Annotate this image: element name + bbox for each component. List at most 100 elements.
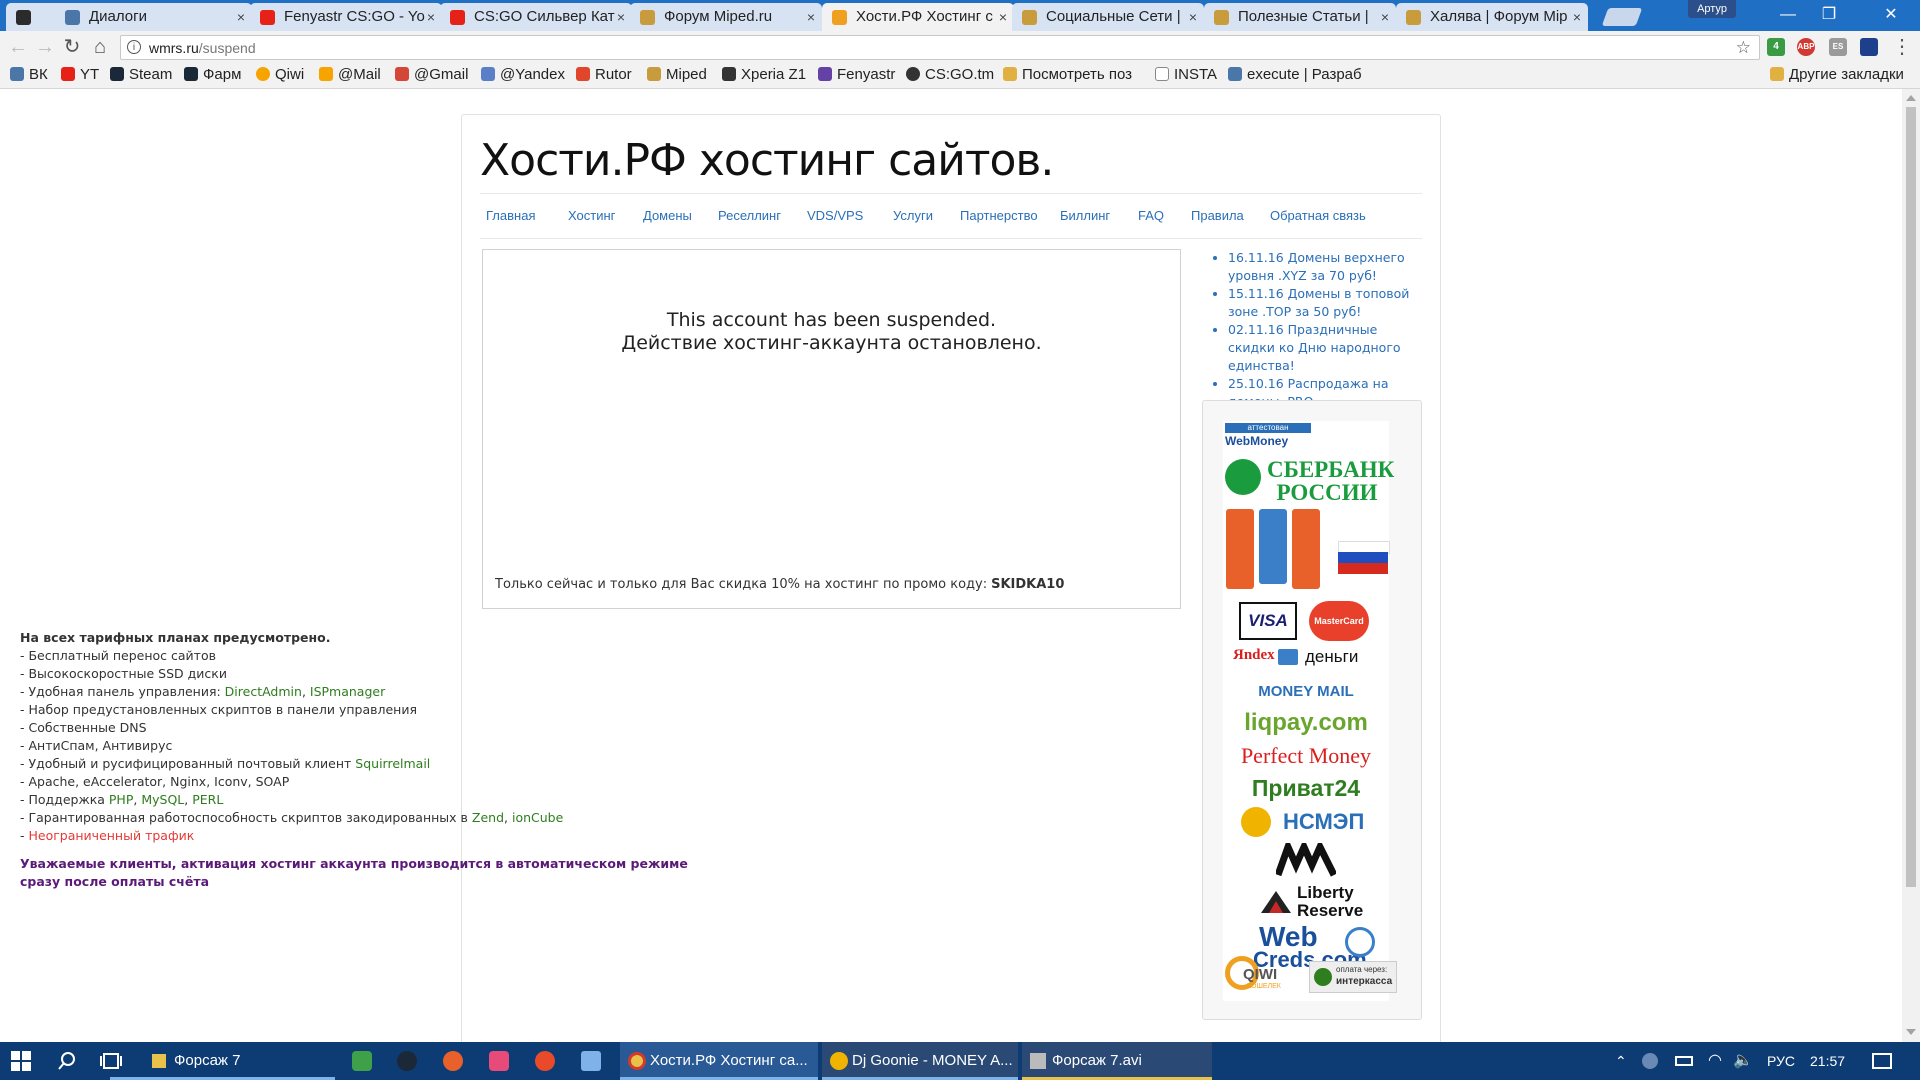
qiwi-logo[interactable]: QIWI xyxy=(1243,966,1277,983)
tab-social[interactable]: Социальные Сети | × xyxy=(1012,3,1204,31)
webmoney-logo[interactable]: WebMoney xyxy=(1225,434,1288,448)
wifi-icon[interactable]: ◠ xyxy=(1708,1042,1722,1080)
battery-icon[interactable] xyxy=(1675,1056,1693,1066)
extension-shield-icon[interactable]: 4 xyxy=(1767,38,1785,56)
back-button[interactable]: ← xyxy=(6,35,30,59)
tab-miped-forum[interactable]: Форум Miped.ru × xyxy=(630,3,822,31)
squirrelmail-link[interactable]: Squirrelmail xyxy=(355,756,430,771)
new-tab-button[interactable] xyxy=(1601,8,1643,26)
bookmark-execute[interactable]: execute | Разраб xyxy=(1228,63,1362,88)
bookmark-fenyastr[interactable]: Fenyastr xyxy=(818,63,895,88)
sberbank-line2[interactable]: РОССИИ xyxy=(1267,481,1387,504)
mastercard-logo[interactable]: MasterCard xyxy=(1309,601,1369,641)
reload-button[interactable]: ↻ xyxy=(60,35,84,59)
search-icon[interactable] xyxy=(57,1051,77,1071)
liberty-line1[interactable]: Liberty xyxy=(1297,883,1354,903)
yandex-logo[interactable]: Яndex xyxy=(1233,647,1275,664)
visa-logo[interactable]: VISA xyxy=(1239,602,1297,640)
notes-icon[interactable] xyxy=(581,1051,601,1071)
bookmark-gmail[interactable]: @Gmail xyxy=(395,63,468,88)
close-icon[interactable]: × xyxy=(427,3,435,31)
zend-link[interactable]: Zend xyxy=(472,810,504,825)
close-icon[interactable]: × xyxy=(1573,3,1581,31)
utorrent-icon[interactable] xyxy=(352,1051,372,1071)
bookmark-miped[interactable]: Miped xyxy=(647,63,707,88)
profile-badge[interactable]: Артур xyxy=(1688,0,1736,18)
extension-es-icon[interactable]: ES xyxy=(1829,38,1847,56)
bookmark-farm[interactable]: Фарм xyxy=(184,63,241,88)
bookmark-mail[interactable]: @Mail xyxy=(319,63,381,88)
close-icon[interactable]: × xyxy=(1189,3,1197,31)
liqpay-logo[interactable]: liqpay.com xyxy=(1223,709,1389,737)
privat24-logo[interactable]: Приват24 xyxy=(1223,775,1389,802)
close-icon[interactable]: × xyxy=(237,3,245,31)
liberty-line2[interactable]: Reserve xyxy=(1297,901,1363,921)
ispmanager-link[interactable]: ISPmanager xyxy=(310,684,385,699)
nav-feedback[interactable]: Обратная связь xyxy=(1270,194,1366,238)
directadmin-link[interactable]: DirectAdmin xyxy=(225,684,302,699)
minimize-button[interactable]: — xyxy=(1765,0,1811,31)
bookmark-other[interactable]: Другие закладки xyxy=(1770,63,1904,88)
close-icon[interactable]: × xyxy=(999,3,1007,31)
nsmep-logo[interactable]: НСМЭП xyxy=(1283,809,1364,835)
scroll-up-icon[interactable] xyxy=(1906,95,1916,101)
nav-vds[interactable]: VDS/VPS xyxy=(807,194,863,238)
wm-logo-icon[interactable] xyxy=(1274,837,1338,877)
close-icon[interactable]: × xyxy=(1381,3,1389,31)
page-scrollbar[interactable] xyxy=(1902,89,1920,1042)
bookmark-insta[interactable]: INSTA xyxy=(1155,63,1217,88)
tab-hosti-active[interactable]: Хости.РФ Хостинг с × xyxy=(822,3,1014,31)
menu-button[interactable]: ⋮ xyxy=(1890,35,1914,59)
bookmark-steam[interactable]: Steam xyxy=(110,63,172,88)
perfect-money-logo[interactable]: Perfect Money xyxy=(1223,743,1389,769)
tab-dialogs[interactable]: Диалоги × xyxy=(55,3,252,31)
taskbar-app-aimp[interactable]: Dj Goonie - MONEY A... xyxy=(822,1042,1018,1080)
yandex-money-label[interactable]: деньги xyxy=(1305,647,1358,667)
mysql-link[interactable]: MySQL xyxy=(141,792,184,807)
bookmark-yt[interactable]: YT xyxy=(61,63,99,88)
tab-csgo-silver[interactable]: CS:GO Сильвер Кат × xyxy=(440,3,632,31)
notifications-icon[interactable] xyxy=(1872,1053,1892,1069)
bookmark-star-icon[interactable]: ☆ xyxy=(1736,36,1751,60)
nav-billing[interactable]: Биллинг xyxy=(1060,194,1110,238)
scroll-down-icon[interactable] xyxy=(1906,1029,1916,1035)
forward-button[interactable]: → xyxy=(33,35,57,59)
scrollbar-thumb[interactable] xyxy=(1906,107,1916,887)
tray-chevron-icon[interactable]: ⌃ xyxy=(1615,1042,1627,1080)
news-item[interactable]: 16.11.16 Домены верхнего уровня .XYZ за … xyxy=(1228,250,1405,283)
volume-icon[interactable]: 🔈 xyxy=(1733,1042,1753,1080)
bookmark-vk[interactable]: ВК xyxy=(10,63,48,88)
moneymail-logo[interactable]: MONEY MAIL xyxy=(1223,683,1389,700)
steam-icon[interactable] xyxy=(397,1051,417,1071)
tab-freebie[interactable]: Халява | Форум Mip × xyxy=(1396,3,1588,31)
maximize-button[interactable]: ❐ xyxy=(1806,0,1852,31)
sberbank-line1[interactable]: СБЕРБАНК xyxy=(1267,458,1394,481)
yandex-browser-icon[interactable] xyxy=(535,1051,555,1071)
adblock-icon[interactable]: ABP xyxy=(1797,38,1815,56)
nav-rules[interactable]: Правила xyxy=(1191,194,1244,238)
bookmark-xperia[interactable]: Xperia Z1 xyxy=(722,63,806,88)
news-item[interactable]: 15.11.16 Домены в топовой зоне .TOP за 5… xyxy=(1228,286,1409,319)
home-button[interactable]: ⌂ xyxy=(88,35,112,59)
paint-icon[interactable] xyxy=(489,1051,509,1071)
extension-flag-icon[interactable] xyxy=(1860,38,1878,56)
news-item[interactable]: 02.11.16 Праздничные скидки ко Дню народ… xyxy=(1228,322,1401,373)
perl-link[interactable]: PERL xyxy=(192,792,223,807)
close-icon[interactable]: × xyxy=(617,3,625,31)
nav-faq[interactable]: FAQ xyxy=(1138,194,1164,238)
bookmark-rutor[interactable]: Rutor xyxy=(576,63,632,88)
bookmark-folder-watch[interactable]: Посмотреть поз xyxy=(1003,63,1132,88)
steam-tray-icon[interactable] xyxy=(1642,1053,1658,1069)
close-icon[interactable]: × xyxy=(807,3,815,31)
taskbar-app-player[interactable]: Форсаж 7.avi xyxy=(1022,1042,1212,1080)
nav-domains[interactable]: Домены xyxy=(643,194,692,238)
bookmark-qiwi[interactable]: Qiwi xyxy=(256,63,304,88)
php-link[interactable]: PHP xyxy=(109,792,133,807)
clock[interactable]: 21:57 xyxy=(1810,1042,1845,1080)
bookmark-csgotm[interactable]: CS:GO.tm xyxy=(906,63,994,88)
windows-start-icon[interactable] xyxy=(11,1051,31,1071)
nav-reselling[interactable]: Реселлинг xyxy=(718,194,781,238)
interkassa-logo[interactable]: оплата через: интеркасса xyxy=(1309,961,1397,993)
nav-partners[interactable]: Партнерство xyxy=(960,194,1038,238)
close-window-button[interactable]: ✕ xyxy=(1868,0,1914,31)
